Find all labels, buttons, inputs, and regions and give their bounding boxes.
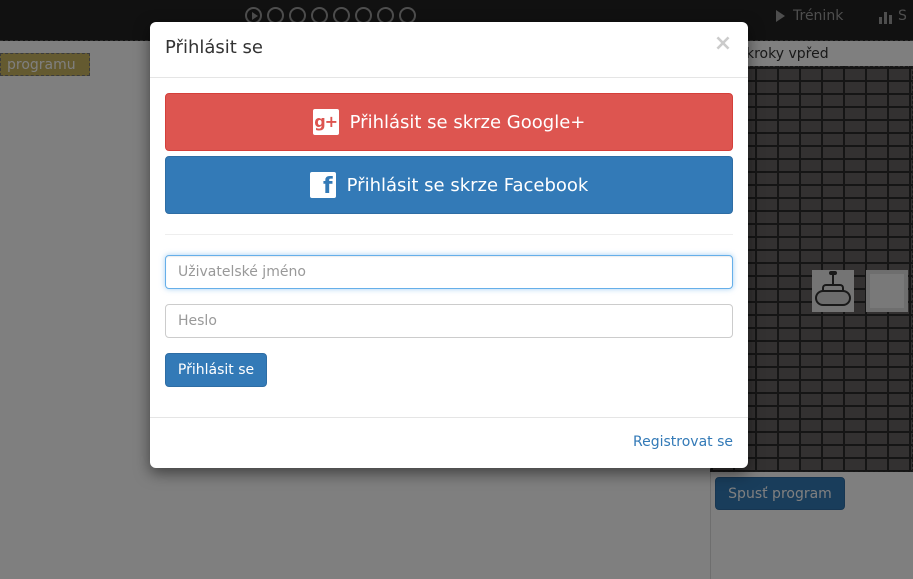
divider (165, 234, 733, 235)
modal-footer: Registrovat se (150, 417, 748, 468)
register-link[interactable]: Registrovat se (633, 434, 733, 450)
google-login-label: Přihlásit se skrze Google+ (349, 111, 586, 133)
modal-header: Přihlásit se × (150, 22, 748, 78)
modal-title: Přihlásit se (165, 37, 263, 58)
google-login-button[interactable]: g+ Přihlásit se skrze Google+ (165, 93, 733, 151)
google-plus-icon: g+ (312, 109, 339, 135)
facebook-login-label: Přihlásit se skrze Facebook (346, 174, 589, 196)
close-button[interactable]: × (713, 32, 733, 56)
username-input[interactable] (165, 255, 733, 289)
login-submit-button[interactable]: Přihlásit se (165, 353, 267, 387)
facebook-icon: f (309, 172, 336, 198)
login-modal: Přihlásit se × g+ Přihlásit se skrze Goo… (150, 22, 748, 468)
password-input[interactable] (165, 304, 733, 338)
facebook-login-button[interactable]: f Přihlásit se skrze Facebook (165, 156, 733, 214)
